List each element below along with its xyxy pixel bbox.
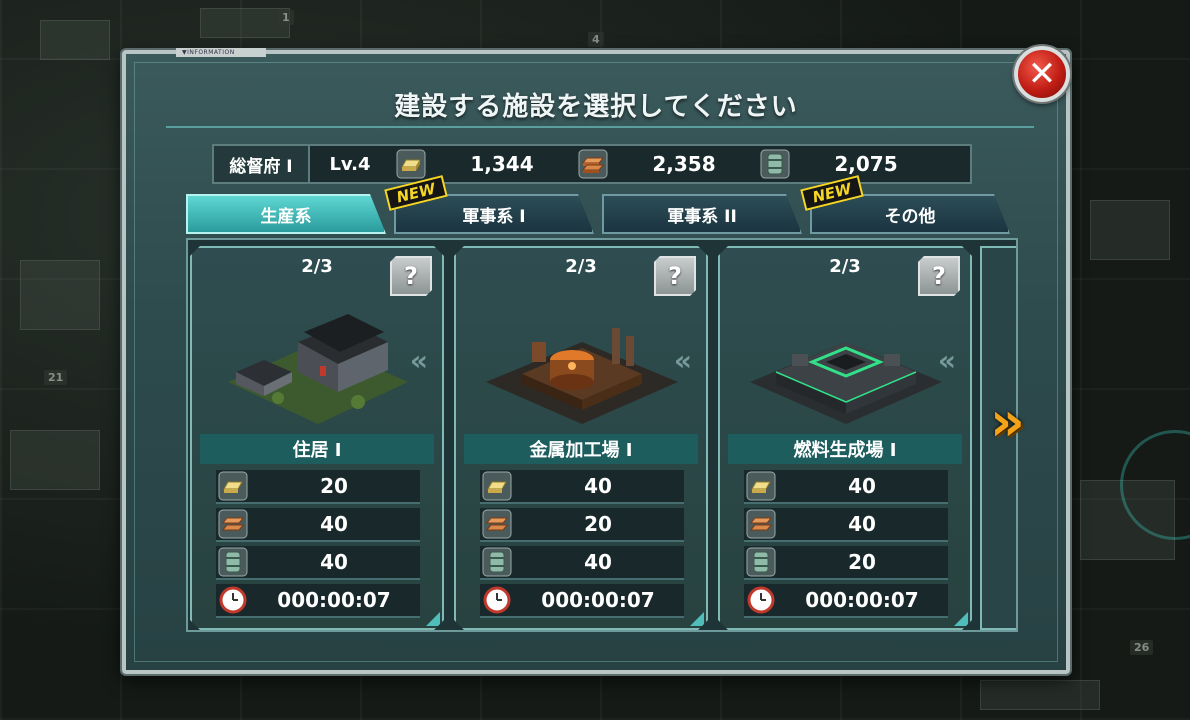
- fuel-plant-building-icon: [736, 302, 958, 430]
- facility-name: 燃料生成場 I: [728, 434, 962, 464]
- cost-value: 40: [320, 512, 348, 536]
- cost-value: 20: [320, 474, 348, 498]
- housing-building-icon: [208, 302, 430, 430]
- cost-gold: 40: [480, 470, 684, 504]
- metal-ingot-icon: [218, 509, 248, 539]
- clock-icon: [482, 585, 512, 615]
- bg-building: [1090, 200, 1170, 260]
- facility-list: 2/3 ? « 住居 I 20 40 40 000:00:07 2/3 ? « …: [186, 238, 1018, 632]
- metal-ingot-icon: [746, 509, 776, 539]
- bg-building: [10, 430, 100, 490]
- tab-military-2[interactable]: 軍事系 II: [602, 194, 802, 234]
- facility-name: 金属加工場 I: [464, 434, 698, 464]
- corner-marker: [690, 612, 704, 626]
- cost-metal: 40: [216, 508, 420, 542]
- cost-value: 40: [848, 474, 876, 498]
- bg-building: [40, 20, 110, 60]
- build-time: 000:00:07: [744, 584, 948, 618]
- corner-marker: [426, 612, 440, 626]
- facility-name: 住居 I: [200, 434, 434, 464]
- help-button[interactable]: ?: [390, 256, 432, 296]
- clock-icon: [746, 585, 776, 615]
- help-button[interactable]: ?: [918, 256, 960, 296]
- metal-works-building-icon: [472, 302, 694, 430]
- bg-building: [20, 260, 100, 330]
- resource-fuel: 2,075: [754, 146, 936, 182]
- hq-label: 総督府 I: [214, 146, 310, 182]
- fuel-amount: 2,075: [834, 152, 898, 176]
- cost-fuel: 20: [744, 546, 948, 580]
- metal-ingot-icon: [578, 149, 608, 179]
- dialog-title: 建設する施設を選択してください: [394, 92, 798, 122]
- gold-bar-icon: [746, 471, 776, 501]
- cost-value: 40: [584, 550, 612, 574]
- metal-ingot-icon: [482, 509, 512, 539]
- time-value: 000:00:07: [277, 588, 391, 612]
- gold-bar-icon: [482, 471, 512, 501]
- cost-metal: 20: [480, 508, 684, 542]
- facility-card-metal-works[interactable]: 2/3 ? « 金属加工場 I 40 20 40 000:00:07: [454, 246, 708, 630]
- cost-fuel: 40: [216, 546, 420, 580]
- cost-value: 40: [584, 474, 612, 498]
- build-facility-dialog: ▼INFORMATION 建設する施設を選択してください 総督府 I Lv.4 …: [122, 48, 1070, 674]
- fuel-barrel-icon: [746, 547, 776, 577]
- cost-value: 20: [848, 550, 876, 574]
- chevron-left-icon: «: [409, 344, 428, 377]
- hq-level: Lv.4: [329, 153, 371, 175]
- build-time: 000:00:07: [480, 584, 684, 618]
- cost-metal: 40: [744, 508, 948, 542]
- gold-bar-icon: [396, 149, 426, 179]
- bg-plot-number: 4: [588, 32, 604, 47]
- gold-amount: 1,344: [470, 152, 534, 176]
- build-time: 000:00:07: [216, 584, 420, 618]
- help-button[interactable]: ?: [654, 256, 696, 296]
- bg-plot-number: 26: [1130, 640, 1154, 655]
- close-button[interactable]: ✕: [1014, 46, 1070, 102]
- bg-plot-number: 21: [44, 370, 68, 385]
- cost-value: 40: [320, 550, 348, 574]
- metal-amount: 2,358: [652, 152, 716, 176]
- time-value: 000:00:07: [805, 588, 919, 612]
- resource-gold: 1,344: [390, 146, 572, 182]
- facility-card-fuel-plant[interactable]: 2/3 ? « 燃料生成場 I 40 40 20 000:00:07: [718, 246, 972, 630]
- cost-gold: 20: [216, 470, 420, 504]
- bg-building: [980, 680, 1100, 710]
- bg-building: [200, 8, 290, 38]
- information-tab: ▼INFORMATION: [176, 48, 266, 57]
- cost-gold: 40: [744, 470, 948, 504]
- next-page-arrow-icon[interactable]: »: [990, 392, 1030, 452]
- gold-bar-icon: [218, 471, 248, 501]
- cost-value: 40: [848, 512, 876, 536]
- fuel-barrel-icon: [760, 149, 790, 179]
- bg-plot-number: 1: [278, 10, 294, 25]
- chevron-left-icon: «: [937, 344, 956, 377]
- cost-value: 20: [584, 512, 612, 536]
- fuel-barrel-icon: [482, 547, 512, 577]
- resource-metal: 2,358: [572, 146, 754, 182]
- category-tabs: 生産系 軍事系 I 軍事系 II その他 NEW NEW: [186, 175, 1018, 234]
- time-value: 000:00:07: [541, 588, 655, 612]
- chevron-left-icon: «: [673, 344, 692, 377]
- fuel-barrel-icon: [218, 547, 248, 577]
- corner-marker: [954, 612, 968, 626]
- clock-icon: [218, 585, 248, 615]
- facility-card-housing[interactable]: 2/3 ? « 住居 I 20 40 40 000:00:07: [190, 246, 444, 630]
- tab-production[interactable]: 生産系: [186, 194, 386, 234]
- cost-fuel: 40: [480, 546, 684, 580]
